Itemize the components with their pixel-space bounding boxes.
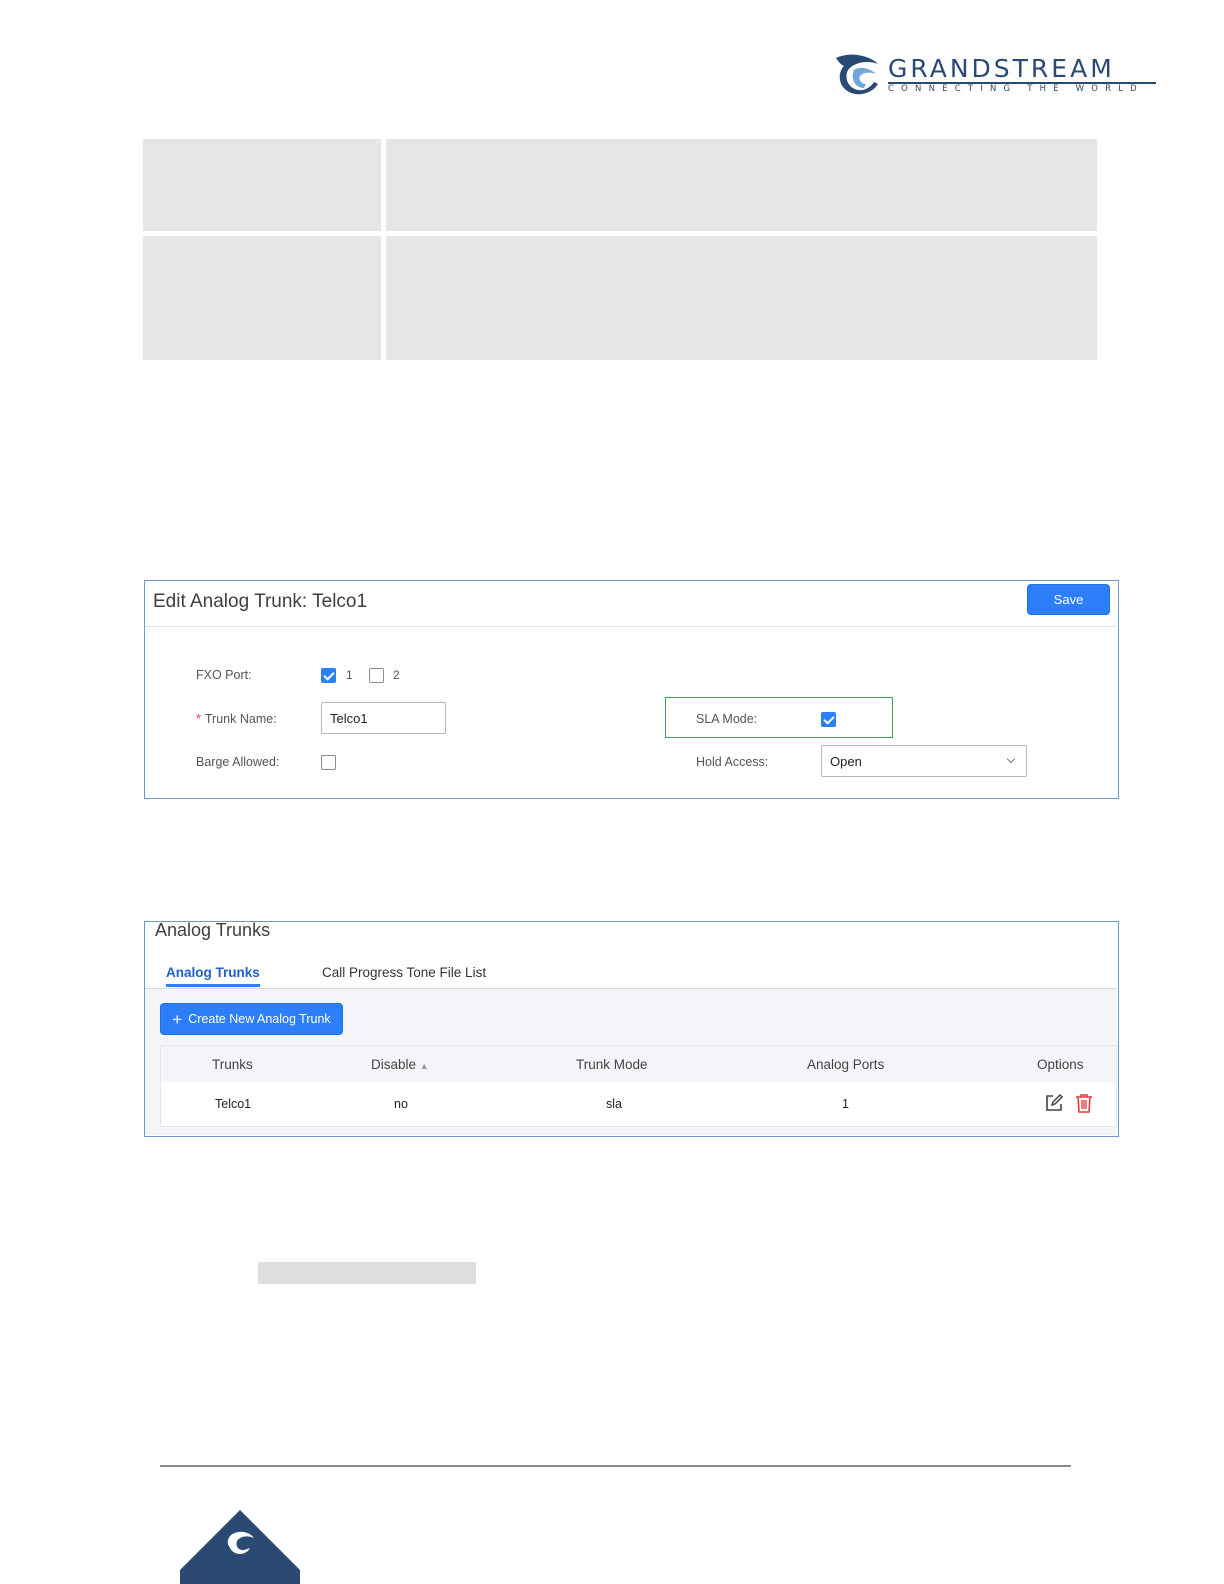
grandstream-swirl-icon — [836, 54, 878, 95]
trunk-name-label-text: Trunk Name: — [204, 712, 277, 726]
trunk-name-input[interactable]: Telco1 — [321, 702, 446, 734]
chevron-down-icon — [1006, 754, 1016, 764]
column-header-analog-ports: Analog Ports — [807, 1057, 885, 1072]
table-cell-redacted — [386, 236, 1097, 360]
panel-divider — [145, 626, 1117, 627]
active-tab-underline — [166, 984, 260, 987]
column-header-disable-label: Disable — [371, 1057, 417, 1072]
cell-analog-ports: 1 — [842, 1097, 849, 1111]
table-cell-redacted — [143, 236, 381, 360]
column-header-trunks: Trunks — [212, 1057, 253, 1072]
cell-trunk: Telco1 — [215, 1097, 252, 1111]
logo-wordmark: GRANDSTREAM — [888, 54, 1115, 83]
column-header-disable[interactable]: Disable ▲︎ — [371, 1057, 429, 1072]
table-cell-redacted — [386, 139, 1097, 231]
create-new-analog-trunk-button[interactable]: + Create New Analog Trunk — [160, 1003, 343, 1035]
fxo-port-2-checkbox[interactable] — [369, 668, 384, 683]
edit-analog-trunk-panel: Edit Analog Trunk: Telco1 Save FXO Port:… — [144, 580, 1119, 799]
sla-mode-checkbox[interactable] — [821, 712, 836, 727]
fxo-port-label: FXO Port: — [196, 668, 252, 682]
hold-access-select[interactable]: Open — [821, 745, 1027, 777]
fxo-port-1-label: 1 — [346, 668, 353, 682]
cell-trunk-mode: sla — [606, 1097, 622, 1111]
column-header-trunk-mode: Trunk Mode — [576, 1057, 648, 1072]
logo-tagline: CONNECTING THE WORLD — [888, 84, 1144, 94]
tab-call-progress-tone-file-list[interactable]: Call Progress Tone File List — [322, 965, 486, 980]
footer-logo-icon — [180, 1510, 300, 1584]
edit-icon[interactable] — [1044, 1093, 1064, 1113]
redacted-bar — [258, 1262, 476, 1284]
trunks-table: Trunks Disable ▲︎ Trunk Mode Analog Port… — [160, 1045, 1117, 1127]
barge-allowed-checkbox[interactable] — [321, 755, 336, 770]
sla-mode-label: SLA Mode: — [696, 712, 758, 726]
panel-title: Edit Analog Trunk: Telco1 — [153, 591, 368, 612]
panel-title: Analog Trunks — [155, 920, 271, 940]
sort-icon[interactable]: ▲︎ — [420, 1061, 429, 1071]
plus-icon: + — [172, 1009, 183, 1029]
create-button-label: Create New Analog Trunk — [188, 1012, 331, 1026]
hold-access-label: Hold Access: — [696, 755, 769, 769]
delete-icon[interactable] — [1075, 1093, 1093, 1113]
hold-access-value: Open — [830, 753, 862, 769]
tab-analog-trunks[interactable]: Analog Trunks — [166, 965, 260, 980]
trunk-name-label: * Trunk Name: — [196, 712, 277, 726]
fxo-port-1-checkbox[interactable] — [321, 668, 336, 683]
cell-disable: no — [394, 1097, 408, 1111]
barge-allowed-label: Barge Allowed: — [196, 755, 280, 769]
fxo-port-2-label: 2 — [393, 668, 400, 682]
grandstream-logo: GRANDSTREAM CONNECTING THE WORLD — [834, 54, 1164, 100]
required-asterisk: * — [196, 712, 201, 726]
table-row: Telco1 no sla 1 — [161, 1083, 1116, 1127]
footer-rule — [160, 1465, 1071, 1467]
save-button[interactable]: Save — [1027, 584, 1110, 615]
analog-trunks-panel: Analog Trunks Analog Trunks Call Progres… — [144, 920, 1119, 1137]
column-header-options: Options — [1037, 1057, 1084, 1072]
table-cell-redacted — [143, 139, 381, 231]
